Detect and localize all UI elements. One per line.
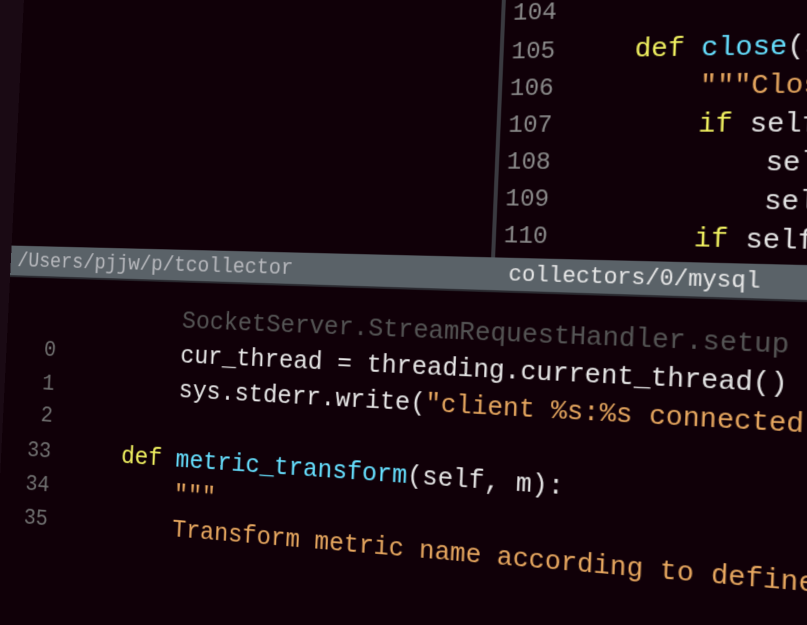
line-number: 107: [496, 108, 568, 145]
code-text: """Closes: [567, 65, 807, 106]
line-number: 34: [0, 466, 67, 505]
code-line[interactable]: 110 if self.db: [491, 216, 807, 264]
code-line[interactable]: 109 self.curs: [493, 180, 807, 224]
code-text: def close(se: [569, 26, 807, 69]
line-number: 104: [500, 0, 571, 33]
code-text: self.curs: [564, 143, 807, 183]
code-text: self.curs: [563, 180, 807, 223]
line-number: 2: [2, 397, 70, 435]
editor-pane-top-right[interactable]: 103 return sel104105 def close(se106 """…: [491, 0, 807, 264]
code-line[interactable]: 108 self.curs: [494, 143, 807, 184]
line-number: 33: [1, 433, 69, 471]
code-text: if self.cu: [566, 104, 807, 143]
status-bar-cwd: /Users/pjjw/p/tcollector: [10, 249, 509, 287]
line-number: [8, 320, 74, 323]
code-line[interactable]: 107 if self.cu: [496, 104, 807, 144]
line-number: 110: [491, 218, 563, 256]
line-number: 35: [0, 500, 65, 539]
line-number: 106: [497, 71, 569, 109]
line-number: 0: [6, 332, 74, 369]
line-number: 105: [499, 34, 570, 72]
line-number: 109: [493, 182, 565, 220]
code-text: if self.db: [561, 218, 807, 263]
editor-pane-bottom[interactable]: SocketServer.StreamRequestHandler.setup0…: [0, 297, 807, 609]
status-bar-filepath: collectors/0/mysql: [508, 261, 761, 294]
line-number: 108: [494, 145, 566, 182]
